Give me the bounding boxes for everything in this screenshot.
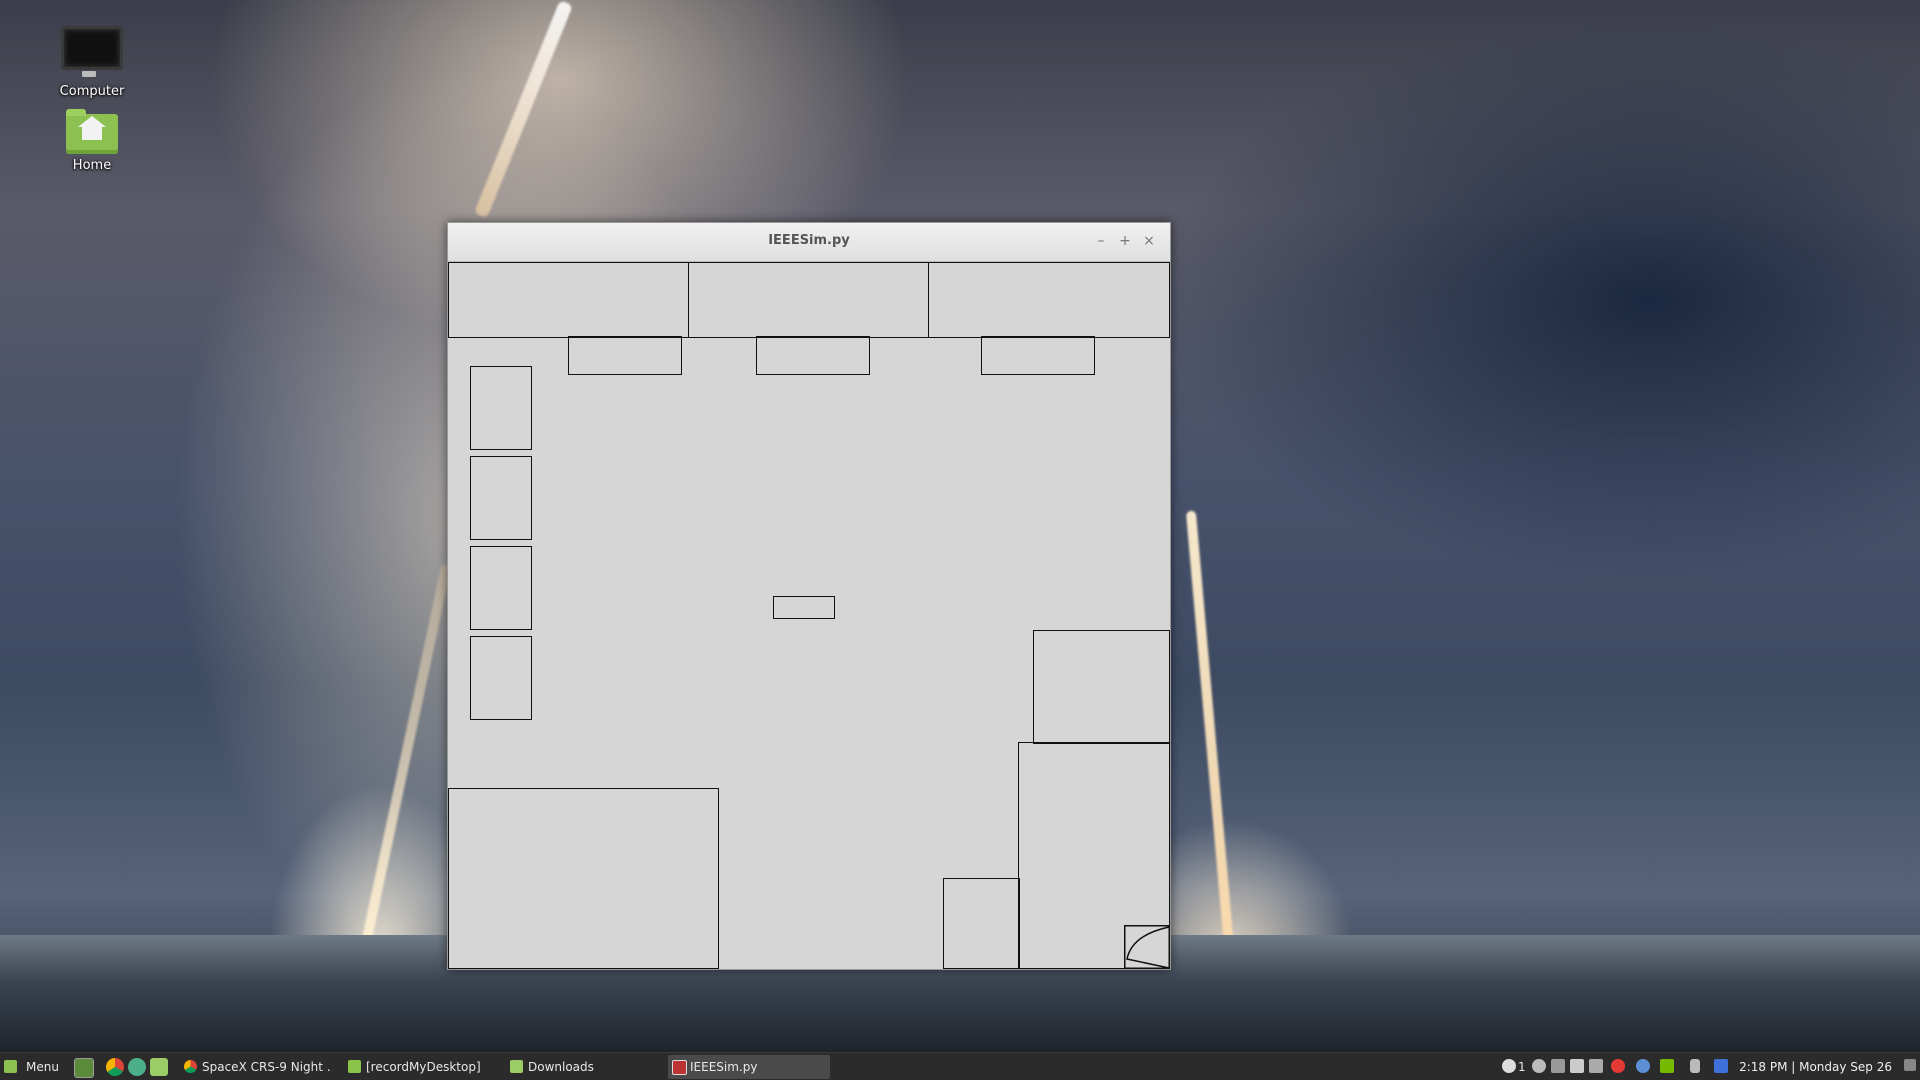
mint-menu-icon [4,1060,17,1073]
corner-block [943,878,1020,969]
info-icon[interactable] [1502,1059,1516,1073]
computer-icon [61,26,123,77]
maximize-button[interactable]: + [1115,231,1135,251]
window-title: IEEESim.py [768,233,850,248]
record-icon[interactable] [1611,1059,1625,1073]
shield-icon[interactable] [1636,1059,1650,1073]
rocket-trail-top [473,0,573,219]
task-recordmydesktop[interactable]: [recordMyDesktop] [344,1055,494,1079]
python-window-icon [672,1060,687,1075]
side-slot [470,636,532,720]
task-label: SpaceX CRS-9 Night ... [202,1060,332,1074]
desktop-icon-label: Home [72,158,112,173]
nvidia-icon[interactable] [1660,1059,1674,1073]
bluetooth-icon[interactable] [1690,1059,1700,1073]
task-label: IEEESim.py [690,1060,758,1074]
notification-count: 1 [1518,1060,1526,1074]
side-slot [470,456,532,540]
volume-icon[interactable] [1570,1059,1584,1073]
show-desktop-icon[interactable] [1904,1059,1916,1071]
task-label: [recordMyDesktop] [366,1060,481,1074]
top-panel [448,262,689,338]
close-button[interactable]: × [1139,231,1159,251]
top-panel [928,262,1170,338]
clock[interactable]: 2:18 PM | Monday Sep 26 [1739,1053,1892,1080]
power-icon[interactable] [1589,1059,1603,1073]
menu-label: Menu [26,1060,59,1074]
window-titlebar[interactable]: IEEESim.py – + × [448,223,1170,262]
desktop-icon-computer[interactable]: Computer [42,26,142,99]
simulation-canvas[interactable] [448,262,1170,969]
rocket-trail-left [358,563,452,957]
chrome-icon[interactable] [106,1058,124,1076]
top-panel [688,262,929,338]
top-tab [756,336,870,375]
taskbar: Menu SpaceX CRS-9 Night ... [recordMyDes… [0,1052,1920,1080]
side-slot [470,546,532,630]
home-folder-icon [66,109,118,154]
rocket-trail-right [1185,510,1235,950]
browser-icon[interactable] [128,1058,146,1076]
top-tab [568,336,682,375]
task-label: Downloads [528,1060,594,1074]
right-block [1033,630,1170,744]
lock-icon[interactable] [1714,1059,1728,1073]
chrome-icon [184,1060,197,1073]
minimize-button[interactable]: – [1091,231,1111,251]
desktop-icon-home[interactable]: Home [42,109,142,173]
desktop-icon-label: Computer [59,84,125,99]
side-slot [470,366,532,450]
folder-icon [510,1060,523,1073]
app-window: IEEESim.py – + × [447,222,1171,970]
show-desktop-icon[interactable] [74,1058,94,1078]
task-ieeesim[interactable]: IEEESim.py [668,1055,830,1079]
files-icon[interactable] [150,1058,168,1076]
app-icon [348,1060,361,1073]
bottom-left-block [448,788,719,969]
top-tab [981,336,1095,375]
menu-button[interactable]: Menu [4,1053,59,1080]
task-downloads[interactable]: Downloads [506,1055,656,1079]
task-spacex[interactable]: SpaceX CRS-9 Night ... [180,1055,332,1079]
robot-marker [773,596,835,619]
door-arc-icon [1124,925,1170,969]
network-icon[interactable] [1551,1059,1565,1073]
user-icon[interactable] [1532,1059,1546,1073]
